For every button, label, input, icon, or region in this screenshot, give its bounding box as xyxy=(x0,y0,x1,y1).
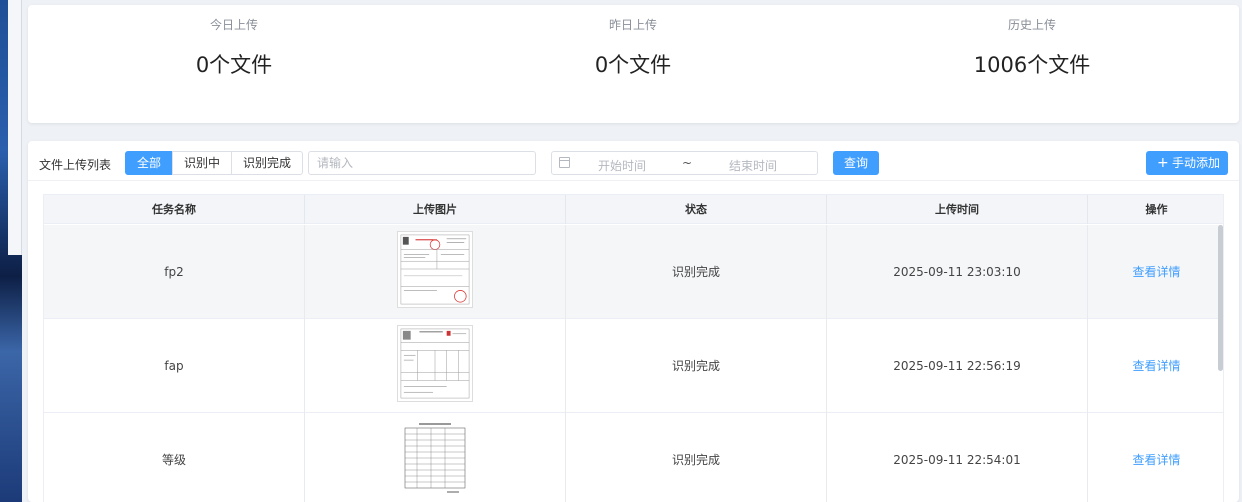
upload-time-cell: 2025-09-11 23:03:10 xyxy=(827,225,1088,319)
stat-today: 今日上传 0个文件 xyxy=(34,5,434,77)
task-name-cell: 等级 xyxy=(44,413,305,502)
upload-stats-card: 今日上传 0个文件 昨日上传 0个文件 历史上传 1006个文件 xyxy=(28,5,1239,123)
status-cell: 识别完成 xyxy=(566,319,827,413)
view-detail-link[interactable]: 查看详情 xyxy=(1088,319,1223,413)
list-toolbar: 文件上传列表 全部 识别中 识别完成 开始时间 ~ 结束时间 查询 +手动添加 xyxy=(28,141,1239,181)
plus-icon: + xyxy=(1157,155,1169,171)
stat-value: 0个文件 xyxy=(195,53,273,77)
table-row: 等级 识别完成 2025-09-11 22:54:01 查看详情 xyxy=(44,413,1223,502)
table-header: 任务名称 上传图片 状态 上传时间 操作 xyxy=(44,195,1223,224)
stat-label: 昨日上传 xyxy=(608,18,657,32)
stat-label: 今日上传 xyxy=(209,18,258,32)
task-name-cell: fp2 xyxy=(44,225,305,319)
status-cell: 识别完成 xyxy=(566,225,827,319)
image-cell xyxy=(305,413,566,502)
upload-table: 任务名称 上传图片 状态 上传时间 操作 fp2 识别完成 2025-09-11… xyxy=(43,194,1224,502)
upload-time-cell: 2025-09-11 22:56:19 xyxy=(827,319,1088,413)
invoice-thumbnail[interactable] xyxy=(397,231,473,308)
column-header-image: 上传图片 xyxy=(305,195,566,224)
query-button[interactable]: 查询 xyxy=(833,151,879,175)
date-end-input[interactable]: 结束时间 xyxy=(729,157,777,174)
filter-done-button[interactable]: 识别完成 xyxy=(231,151,304,175)
upload-time-cell: 2025-09-11 22:54:01 xyxy=(827,413,1088,502)
view-detail-link[interactable]: 查看详情 xyxy=(1088,225,1223,319)
manual-add-button[interactable]: + 手动添加 xyxy=(1146,151,1228,175)
date-range-picker[interactable]: 开始时间 ~ 结束时间 xyxy=(551,151,818,175)
column-header-name: 任务名称 xyxy=(44,195,305,224)
list-title: 文件上传列表 xyxy=(39,158,112,172)
search-input[interactable] xyxy=(308,151,536,175)
status-filter-group: 全部 识别中 识别完成 xyxy=(125,151,304,175)
date-start-input[interactable]: 开始时间 xyxy=(598,157,646,174)
invoice-thumbnail[interactable] xyxy=(397,325,473,402)
view-detail-link[interactable]: 查看详情 xyxy=(1088,413,1223,502)
side-panel-edge xyxy=(8,0,22,255)
stat-history: 历史上传 1006个文件 xyxy=(832,5,1232,77)
calendar-icon xyxy=(559,157,570,168)
stat-label: 历史上传 xyxy=(1007,18,1056,32)
column-header-time: 上传时间 xyxy=(827,195,1088,224)
image-cell xyxy=(305,319,566,413)
status-cell: 识别完成 xyxy=(566,413,827,502)
task-name-cell: fap xyxy=(44,319,305,413)
manual-add-label: 手动添加 xyxy=(1172,156,1221,170)
date-separator: ~ xyxy=(682,156,693,170)
filter-recognizing-button[interactable]: 识别中 xyxy=(172,151,233,175)
stat-yesterday: 昨日上传 0个文件 xyxy=(433,5,833,77)
stat-value: 1006个文件 xyxy=(973,53,1091,77)
document-thumbnail[interactable] xyxy=(397,419,473,496)
image-cell xyxy=(305,225,566,319)
table-row: fp2 识别完成 2025-09-11 23:03:10 查看详情 xyxy=(44,225,1223,319)
filter-all-button[interactable]: 全部 xyxy=(125,151,174,175)
stat-value: 0个文件 xyxy=(594,53,672,77)
table-row: fap 识别完成 2025-09-11 22:56:19 查看详情 xyxy=(44,319,1223,413)
table-scrollbar[interactable] xyxy=(1218,225,1223,371)
column-header-status: 状态 xyxy=(566,195,827,224)
upload-list-card: 文件上传列表 全部 识别中 识别完成 开始时间 ~ 结束时间 查询 +手动添加 … xyxy=(28,141,1239,502)
column-header-action: 操作 xyxy=(1145,203,1168,216)
